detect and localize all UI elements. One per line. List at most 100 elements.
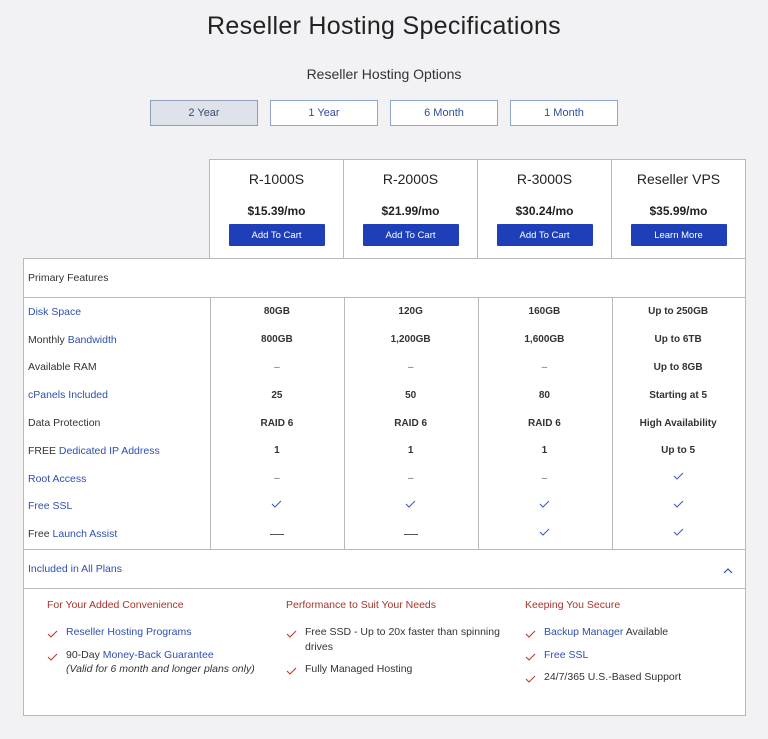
feature-value: 1 [274, 445, 280, 457]
feature-link[interactable]: Dedicated IP Address [59, 445, 160, 457]
feature-link[interactable]: Bandwidth [68, 334, 117, 346]
feature-link[interactable]: Root Access [28, 473, 86, 485]
feature-value: – [274, 473, 280, 485]
term-tabs: 2 Year 1 Year 6 Month 1 Month [0, 100, 768, 126]
check-icon [525, 651, 536, 666]
item-text: 24/7/365 U.S.-Based Support [544, 671, 682, 683]
item-link[interactable]: Reseller Hosting Programs [66, 626, 191, 638]
table-row: cPanels Included 25 50 80 Starting at 5 [24, 381, 745, 409]
feature-value: 1 [407, 445, 414, 457]
feature-value: 160GB [528, 306, 561, 318]
plan-r-3000s: R-3000S $30.24/mo Add To Cart [477, 160, 611, 259]
plan-r-1000s: R-1000S $15.39/mo Add To Cart [210, 160, 343, 259]
feature-link[interactable]: Disk Space [28, 306, 81, 318]
feature-value: – [541, 473, 548, 485]
included-column: For Your Added Convenience Reseller Hosti… [47, 599, 277, 685]
feature-value: 50 [405, 389, 417, 401]
tab-1-month[interactable]: 1 Month [510, 100, 618, 126]
check-icon [611, 528, 745, 540]
plan-header: R-1000S $15.39/mo Add To Cart R-2000S $2… [209, 159, 746, 259]
add-to-cart-button[interactable]: Add To Cart [496, 224, 593, 246]
table-row: Free SSL [24, 493, 745, 521]
check-icon [210, 500, 344, 512]
plan-name: R-3000S [516, 171, 573, 187]
list-item: Free SSL [525, 648, 755, 663]
feature-value: Up to 6TB [654, 334, 702, 346]
table-row: FREE Dedicated IP Address 1 1 1 Up to 5 [24, 437, 745, 465]
item-link[interactable]: Backup Manager [544, 626, 623, 638]
feature-value: RAID 6 [260, 417, 294, 429]
feature-label: Free Launch Assist [24, 528, 210, 540]
item-text: Free SSD - Up to 20x faster than spinnin… [305, 626, 500, 653]
item-link[interactable]: Money-Back Guarantee [103, 649, 214, 661]
table-row: Disk Space 80GB 120G 160GB Up to 250GB [24, 298, 745, 326]
check-icon [478, 500, 612, 512]
feature-label: cPanels Included [24, 389, 210, 401]
plan-price: $15.39/mo [247, 204, 306, 218]
plan-r-2000s: R-2000S $21.99/mo Add To Cart [343, 160, 477, 259]
feature-label-text: FREE [28, 444, 59, 457]
plan-name: R-2000S [382, 171, 439, 187]
feature-value: Starting at 5 [649, 389, 708, 401]
add-to-cart-button[interactable]: Add To Cart [228, 224, 325, 246]
feature-label: Disk Space [24, 306, 210, 318]
page-subtitle: Reseller Hosting Options [306, 66, 462, 82]
section-label: Primary Features [24, 259, 745, 298]
list-item: Free SSD - Up to 20x faster than spinnin… [286, 625, 516, 654]
feature-value: 80 [538, 389, 550, 401]
item-text: Available [623, 626, 669, 638]
included-toggle[interactable]: Included in All Plans [24, 550, 745, 589]
feature-link[interactable]: cPanels Included [28, 389, 108, 401]
feature-value: 1,600GB [524, 334, 565, 346]
feature-value: – [541, 361, 548, 373]
feature-value: – [274, 361, 280, 373]
check-icon [611, 500, 745, 512]
feature-label: Available RAM [24, 361, 210, 373]
table-row: Data Protection RAID 6 RAID 6 RAID 6 High Av… [24, 409, 745, 437]
feature-label: Root Access [24, 473, 210, 485]
plan-price: $35.99/mo [649, 204, 708, 218]
item-link[interactable]: Free SSL [544, 649, 588, 661]
feature-value: 1 [541, 445, 548, 457]
list-item: Fully Managed Hosting [286, 662, 516, 677]
included-title: Included in All Plans [28, 563, 122, 575]
feature-label: Monthly Bandwidth [24, 334, 210, 346]
tab-6-month[interactable]: 6 Month [390, 100, 498, 126]
plan-name: Reseller VPS [636, 171, 721, 187]
table-row: Available RAM – – – Up to 8GB [24, 354, 745, 382]
included-panel: Included in All Plans For Your Added Con… [23, 549, 746, 716]
feature-value: RAID 6 [394, 417, 428, 429]
plan-name: R-1000S [248, 171, 305, 187]
feature-value: – [407, 473, 414, 485]
feature-link[interactable]: Free SSL [28, 500, 72, 512]
feature-value: RAID 6 [527, 417, 561, 429]
feature-label-text: Data Protection [28, 417, 101, 430]
included-column: Performance to Suit Your Needs Free SSD -… [286, 599, 516, 685]
feature-value: 80GB [263, 306, 290, 318]
feature-value: Up to 5 [661, 445, 696, 457]
included-columns: For Your Added Convenience Reseller Hosti… [24, 589, 745, 716]
chevron-up-icon[interactable] [723, 565, 733, 577]
included-column-heading: Keeping You Secure [525, 599, 621, 611]
add-to-cart-button[interactable]: Add To Cart [362, 224, 459, 246]
plan-reseller-vps: Reseller VPS $35.99/mo Learn More [611, 160, 745, 259]
feature-rows: Disk Space 80GB 120G 160GB Up to 250GB Monthl… [24, 298, 745, 548]
table-row: Monthly Bandwidth 800GB 1,200GB 1,600GB Up t… [24, 326, 745, 354]
item-text: 90-Day [66, 648, 103, 661]
check-icon [286, 628, 297, 643]
feature-link[interactable]: Launch Assist [53, 528, 118, 540]
feature-value: Up to 8GB [653, 361, 703, 373]
feature-value: High Availability [639, 417, 717, 429]
page-title: Reseller Hosting Specifications [207, 12, 561, 40]
check-icon [478, 528, 612, 540]
learn-more-button[interactable]: Learn More [630, 224, 727, 246]
feature-value: 120G [398, 306, 423, 318]
feature-label-text: Free [28, 528, 53, 541]
tab-2-year[interactable]: 2 Year [150, 100, 258, 126]
check-icon [525, 628, 536, 643]
feature-value: Up to 250GB [648, 306, 709, 318]
dash-icon [210, 529, 344, 540]
tab-1-year[interactable]: 1 Year [270, 100, 378, 126]
check-icon [47, 651, 58, 666]
feature-value: 800GB [261, 334, 293, 346]
